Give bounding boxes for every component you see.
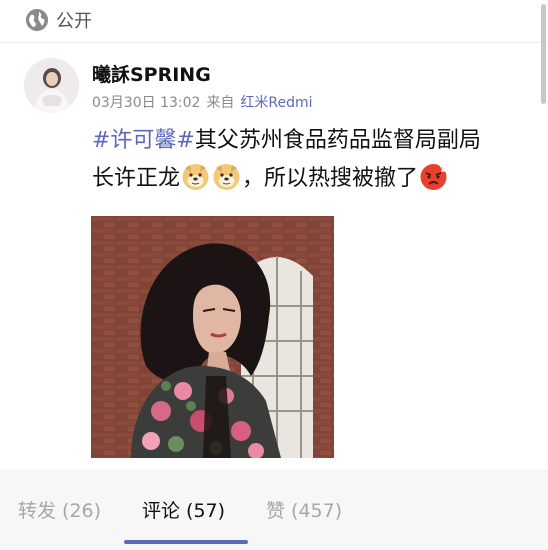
- tab-bar: 转发 (26) 评论 (57) 赞 (457): [0, 470, 548, 550]
- tab-repost[interactable]: 转发 (26): [18, 496, 101, 523]
- post-text-line2b: ，所以热搜被撤了: [242, 166, 419, 191]
- post-photo[interactable]: [91, 216, 334, 458]
- tab-likes[interactable]: 赞 (457): [266, 496, 342, 523]
- post-text: #许可馨#其父苏州食品药品监督局副局 长许正龙 ，所以热搜被撤了: [92, 122, 532, 198]
- avatar[interactable]: [24, 58, 79, 113]
- visibility-label: 公开: [56, 11, 92, 32]
- username[interactable]: 曦訸SPRING: [92, 60, 211, 87]
- globe-icon: [26, 9, 48, 31]
- visibility-bar: 公开: [0, 0, 548, 40]
- post-text-line2a: 长许正龙: [92, 166, 181, 191]
- angry-emoji-icon: [419, 162, 448, 191]
- post-source-link[interactable]: 红米Redmi: [240, 92, 312, 112]
- doge-emoji-icon: [181, 162, 210, 191]
- post-timestamp: 03月30日 13:02: [92, 95, 201, 111]
- active-tab-indicator: [124, 540, 248, 544]
- tab-comments[interactable]: 评论 (57): [142, 496, 225, 523]
- divider: [0, 42, 548, 43]
- post-text-line1: 其父苏州食品药品监督局副局: [194, 128, 481, 153]
- source-prefix: 来自: [206, 95, 235, 111]
- post-meta: 03月30日 13:02 来自 红米Redmi: [92, 92, 313, 112]
- hashtag-link[interactable]: #许可馨#: [92, 128, 195, 153]
- doge-emoji-icon: [212, 162, 241, 191]
- scrollbar[interactable]: [541, 4, 546, 104]
